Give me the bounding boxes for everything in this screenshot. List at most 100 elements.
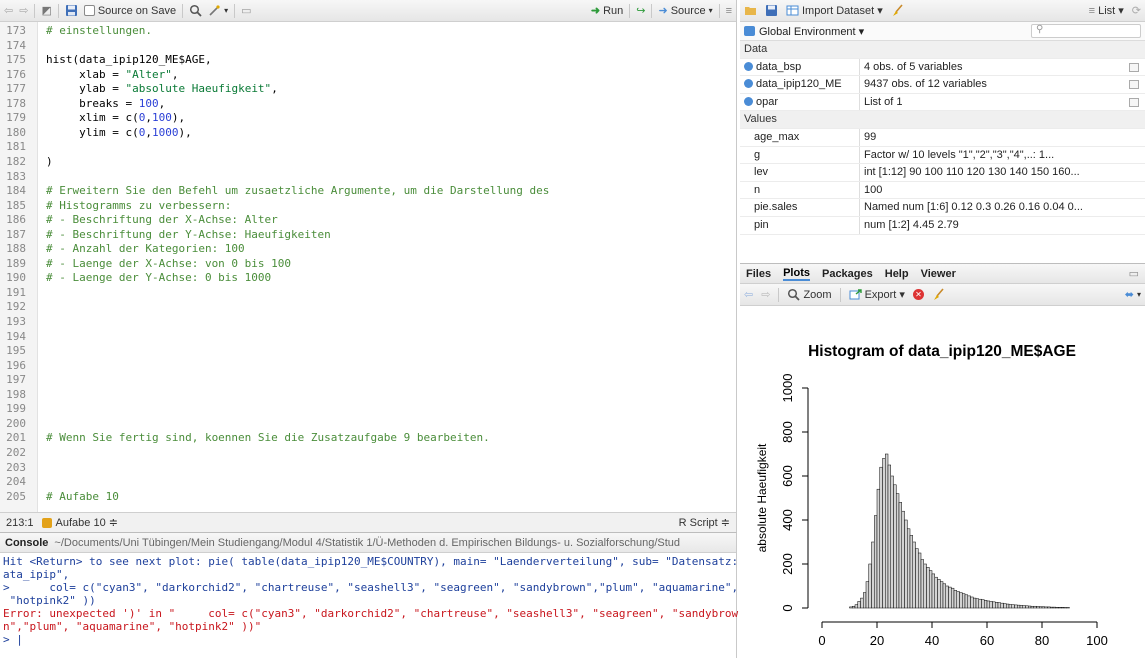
histogram-bar bbox=[937, 579, 941, 609]
plot-viewer: Histogram of data_ipip120_ME$AGE 0 20 40 60 8… bbox=[740, 306, 1145, 658]
tab-help[interactable]: Help bbox=[885, 268, 909, 280]
section-navigator[interactable]: Aufabe 10 ≑ bbox=[41, 516, 118, 529]
rerun-button[interactable]: ↪ bbox=[636, 4, 645, 17]
view-mode-selector[interactable]: ≡ List ▾ bbox=[1089, 4, 1124, 18]
y-tick-label: 200 bbox=[780, 553, 795, 575]
line-number: 176 bbox=[6, 67, 26, 81]
tab-viewer[interactable]: Viewer bbox=[921, 268, 956, 280]
env-row-data_ipip120_ME[interactable]: data_ipip120_ME 9437 obs. of 12 variables bbox=[740, 76, 1145, 94]
env-variable-name: age_max bbox=[740, 129, 860, 146]
file-type-selector[interactable]: R Script ≑ bbox=[679, 516, 730, 529]
histogram-bar bbox=[868, 563, 872, 609]
histogram-bar bbox=[973, 597, 977, 609]
env-row-data_bsp[interactable]: data_bsp 4 obs. of 5 variables bbox=[740, 58, 1145, 77]
expand-icon[interactable] bbox=[744, 79, 753, 89]
previous-plot-button[interactable]: ⇦ bbox=[744, 288, 753, 301]
histogram-bar bbox=[857, 601, 861, 609]
source-on-save-toggle[interactable]: Source on Save bbox=[83, 4, 177, 17]
env-variable-name: data_ipip120_ME bbox=[740, 76, 860, 93]
env-row-opar[interactable]: opar List of 1 bbox=[740, 93, 1145, 112]
histogram-bar bbox=[874, 515, 878, 609]
forward-button[interactable]: ⇨ bbox=[19, 4, 28, 17]
find-button[interactable] bbox=[189, 4, 202, 17]
arrow-right-icon: ⇨ bbox=[19, 5, 29, 17]
tab-plots[interactable]: Plots bbox=[783, 267, 810, 281]
console-line: Error: unexpected ')' in " col= c("cyan3… bbox=[3, 607, 739, 620]
env-row-lev[interactable]: lev int [1:12] 90 100 110 120 130 140 150… bbox=[740, 164, 1145, 182]
tab-files[interactable]: Files bbox=[746, 268, 771, 280]
histogram-bar bbox=[945, 585, 949, 609]
chevron-down-icon: ▾ bbox=[1136, 290, 1141, 299]
export-button[interactable]: Export ▾ bbox=[849, 288, 905, 301]
view-data-icon[interactable] bbox=[1129, 62, 1139, 72]
line-number: 188 bbox=[6, 242, 26, 256]
chart-title: Histogram of data_ipip120_ME$AGE bbox=[808, 343, 1076, 360]
minimize-pane-icon[interactable]: ▭ bbox=[1129, 267, 1139, 280]
back-button[interactable]: ⇦ bbox=[4, 4, 13, 17]
histogram-bar bbox=[852, 605, 856, 609]
code-token: # - Beschriftung der X-Achse: Alter bbox=[46, 213, 278, 227]
env-row-pin[interactable]: pin num [1:2] 4.45 2.79 bbox=[740, 217, 1145, 235]
environment-search-input[interactable]: ⚲ bbox=[1031, 24, 1141, 38]
code-token: # - Beschriftung der Y-Achse: Haeufigkei… bbox=[46, 227, 331, 241]
working-directory[interactable]: ~/Documents/Uni Tübingen/Mein Studiengan… bbox=[54, 537, 680, 549]
line-number: 204 bbox=[6, 475, 26, 489]
histogram-bar bbox=[962, 593, 966, 609]
source-button[interactable]: ➜ Source ▾ bbox=[658, 4, 713, 18]
env-variable-label: g bbox=[754, 148, 761, 161]
inspect-icon[interactable] bbox=[1129, 97, 1139, 107]
save-button[interactable] bbox=[65, 4, 78, 17]
line-number: 199 bbox=[6, 402, 26, 416]
env-variable-name: n bbox=[740, 181, 860, 199]
code-token: ylim = c( bbox=[46, 125, 139, 139]
clear-plots-button[interactable] bbox=[932, 288, 945, 301]
source-label: Source bbox=[670, 4, 706, 17]
import-dataset-button[interactable]: Import Dataset ▾ bbox=[786, 4, 883, 17]
histogram-bar bbox=[912, 541, 916, 609]
view-data-icon[interactable] bbox=[1129, 80, 1139, 90]
run-button[interactable]: ➜ Run bbox=[591, 4, 623, 18]
environment-scope-selector[interactable]: Global Environment ▾ bbox=[759, 25, 864, 38]
zoom-button[interactable]: Zoom bbox=[787, 288, 832, 301]
remove-icon: ✕ bbox=[912, 289, 924, 300]
code-area[interactable]: 173 174 175 176 177 178 179 180 181 182 183 184 185 1… bbox=[0, 22, 736, 512]
show-in-window-button[interactable]: ◩ bbox=[41, 4, 51, 17]
arrow-right-icon: ⇨ bbox=[761, 289, 771, 301]
x-tick-label: 100 bbox=[1086, 633, 1108, 648]
outline-button[interactable]: ≡ bbox=[726, 5, 732, 17]
chevron-down-icon: ▾ bbox=[708, 6, 713, 15]
code-line: ) bbox=[46, 155, 53, 168]
code-token: ), bbox=[171, 111, 186, 125]
code-line: # - Beschriftung der X-Achse: Alter bbox=[46, 213, 278, 226]
code-line: xlim = c(0,100), bbox=[46, 111, 185, 124]
env-row-age_max[interactable]: age_max 99 bbox=[740, 129, 1145, 147]
console-output[interactable]: Hit <Return> to see next plot: pie( tabl… bbox=[0, 553, 751, 648]
line-number: 173 bbox=[6, 24, 26, 37]
source-on-save-checkbox[interactable] bbox=[83, 5, 95, 16]
remove-plot-button[interactable]: ✕ bbox=[912, 289, 924, 300]
tab-packages[interactable]: Packages bbox=[822, 268, 873, 280]
env-variable-name: pie.sales bbox=[740, 199, 860, 216]
clear-workspace-button[interactable] bbox=[891, 4, 904, 17]
env-variable-name: opar bbox=[740, 93, 860, 111]
env-row-pie.sales[interactable]: pie.sales Named num [1:6] 0.12 0.3 0.26 0… bbox=[740, 199, 1145, 217]
expand-icon[interactable] bbox=[744, 61, 753, 71]
histogram-bar bbox=[989, 601, 993, 609]
zoom-icon bbox=[788, 288, 801, 301]
next-plot-button[interactable]: ⇨ bbox=[761, 288, 770, 301]
source-on-save-label: Source on Save bbox=[97, 4, 177, 17]
env-section-data: Data bbox=[740, 41, 1145, 59]
code-token: ), bbox=[178, 125, 192, 139]
publish-button[interactable]: ⬌ ▾ bbox=[1125, 288, 1141, 301]
compile-report-button[interactable]: ▭ bbox=[241, 4, 251, 17]
load-workspace-button[interactable] bbox=[744, 4, 757, 17]
x-tick-label: 80 bbox=[1035, 633, 1049, 648]
histogram-bar bbox=[992, 601, 996, 609]
refresh-button[interactable]: ⟳ bbox=[1132, 4, 1141, 17]
save-workspace-button[interactable] bbox=[765, 4, 778, 17]
code-tools-button[interactable]: ▾ bbox=[208, 4, 228, 17]
env-row-n[interactable]: n 100 bbox=[740, 181, 1145, 200]
env-row-g[interactable]: g Factor w/ 10 levels "1","2","3","4",..:… bbox=[740, 146, 1145, 165]
expand-icon[interactable] bbox=[744, 96, 753, 106]
line-number: 190 bbox=[6, 271, 26, 285]
